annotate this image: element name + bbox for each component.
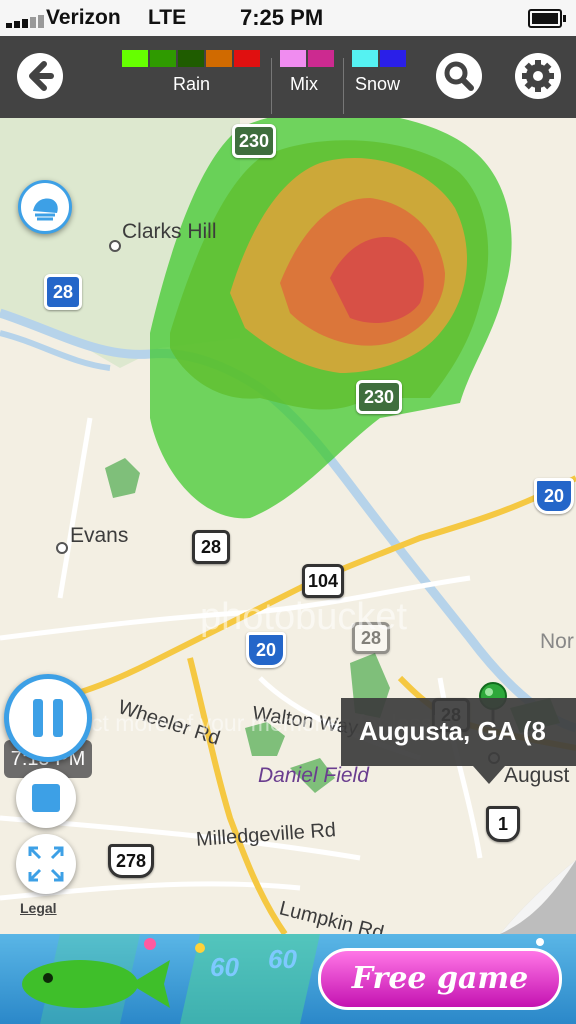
route-shield: 104 — [302, 564, 344, 598]
search-icon — [444, 61, 474, 91]
battery-icon — [528, 9, 566, 28]
place-label: August — [504, 764, 570, 787]
status-time: 7:25 PM — [240, 5, 324, 30]
place-label: Nor — [540, 630, 574, 653]
legend-swatch — [178, 50, 204, 67]
place-label: Clarks Hill — [122, 220, 217, 243]
route-shield: 230 — [232, 124, 276, 158]
legend-swatch — [352, 50, 378, 67]
legend-swatch — [234, 50, 260, 67]
free-game-button[interactable]: Free game — [318, 948, 562, 1010]
gear-icon — [522, 60, 554, 92]
legend-swatch — [150, 50, 176, 67]
route-shield: 28 — [44, 274, 82, 310]
fish-icon — [22, 960, 170, 1008]
network-type: LTE — [148, 6, 187, 29]
route-shield: 230 — [356, 380, 402, 414]
pause-button[interactable] — [4, 674, 92, 762]
route-shield: 278 — [108, 844, 154, 878]
radar-location-button[interactable] — [18, 180, 72, 234]
svg-text:60: 60 — [268, 944, 297, 974]
legend-swatch — [206, 50, 232, 67]
watermark-brand: photobucket — [200, 596, 408, 638]
carrier-name: Verizon — [46, 6, 121, 29]
route-shield: 1 — [486, 806, 520, 842]
back-button[interactable] — [17, 53, 63, 99]
stop-icon — [32, 784, 60, 812]
stop-button[interactable] — [16, 768, 76, 828]
route-shield: 28 — [192, 530, 230, 564]
callout-text: Augusta, GA (8 — [359, 716, 546, 746]
legend-swatch — [122, 50, 148, 67]
legend-label-rain: Rain — [173, 74, 211, 94]
back-arrow-icon — [29, 61, 54, 91]
location-callout[interactable]: Augusta, GA (8 — [341, 698, 576, 784]
svg-text:60: 60 — [210, 952, 239, 982]
radar-location-icon — [33, 198, 58, 221]
settings-button[interactable] — [515, 53, 561, 99]
legend-swatch — [308, 50, 334, 67]
page-curl[interactable] — [500, 860, 576, 934]
place-label: Daniel Field — [258, 764, 369, 787]
legal-link[interactable]: Legal — [20, 900, 57, 916]
legend-divider — [271, 58, 272, 114]
legend-label-snow: Snow — [355, 74, 401, 94]
ad-banner[interactable]: 60 60 Free game — [0, 934, 576, 1024]
route-shield: 20 — [534, 478, 574, 514]
legend-divider — [343, 58, 344, 114]
search-button[interactable] — [436, 53, 482, 99]
legend-label-mix: Mix — [290, 74, 318, 94]
expand-icon — [28, 846, 64, 882]
status-bar: Verizon LTE 7:25 PM — [0, 0, 576, 36]
expand-button[interactable] — [16, 834, 76, 894]
pause-icon — [33, 699, 63, 737]
legend-swatch — [280, 50, 306, 67]
place-label: Evans — [70, 524, 129, 547]
radar-toolbar: Rain Mix Snow — [0, 36, 576, 118]
legend-swatch — [380, 50, 406, 67]
radar-map[interactable]: Clarks Hill Evans August Nor Wheeler Rd … — [0, 118, 576, 934]
